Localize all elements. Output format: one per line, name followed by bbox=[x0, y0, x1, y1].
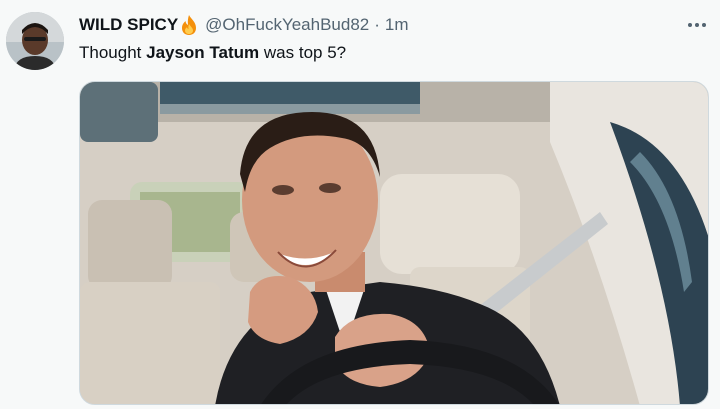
separator-dot: · bbox=[374, 15, 380, 34]
tweet[interactable]: WILD SPICY @OhFuckYeahBud82 · 1m Thought… bbox=[0, 0, 720, 409]
tweet-text-end: was top 5? bbox=[259, 43, 347, 62]
tweet-text-bold: Jayson Tatum bbox=[146, 43, 260, 62]
timestamp[interactable]: 1m bbox=[385, 13, 409, 37]
tweet-photo[interactable] bbox=[79, 81, 709, 405]
avatar[interactable] bbox=[6, 12, 64, 70]
user-handle[interactable]: @OhFuckYeahBud82 bbox=[205, 13, 369, 37]
tweet-text: Thought Jayson Tatum was top 5? bbox=[79, 41, 346, 65]
tweet-text-start: Thought bbox=[79, 43, 147, 62]
display-name[interactable]: WILD SPICY bbox=[79, 13, 178, 37]
fire-icon bbox=[179, 14, 199, 36]
more-horizontal-icon[interactable] bbox=[684, 14, 710, 36]
tweet-header: WILD SPICY @OhFuckYeahBud82 · 1m bbox=[79, 12, 409, 38]
